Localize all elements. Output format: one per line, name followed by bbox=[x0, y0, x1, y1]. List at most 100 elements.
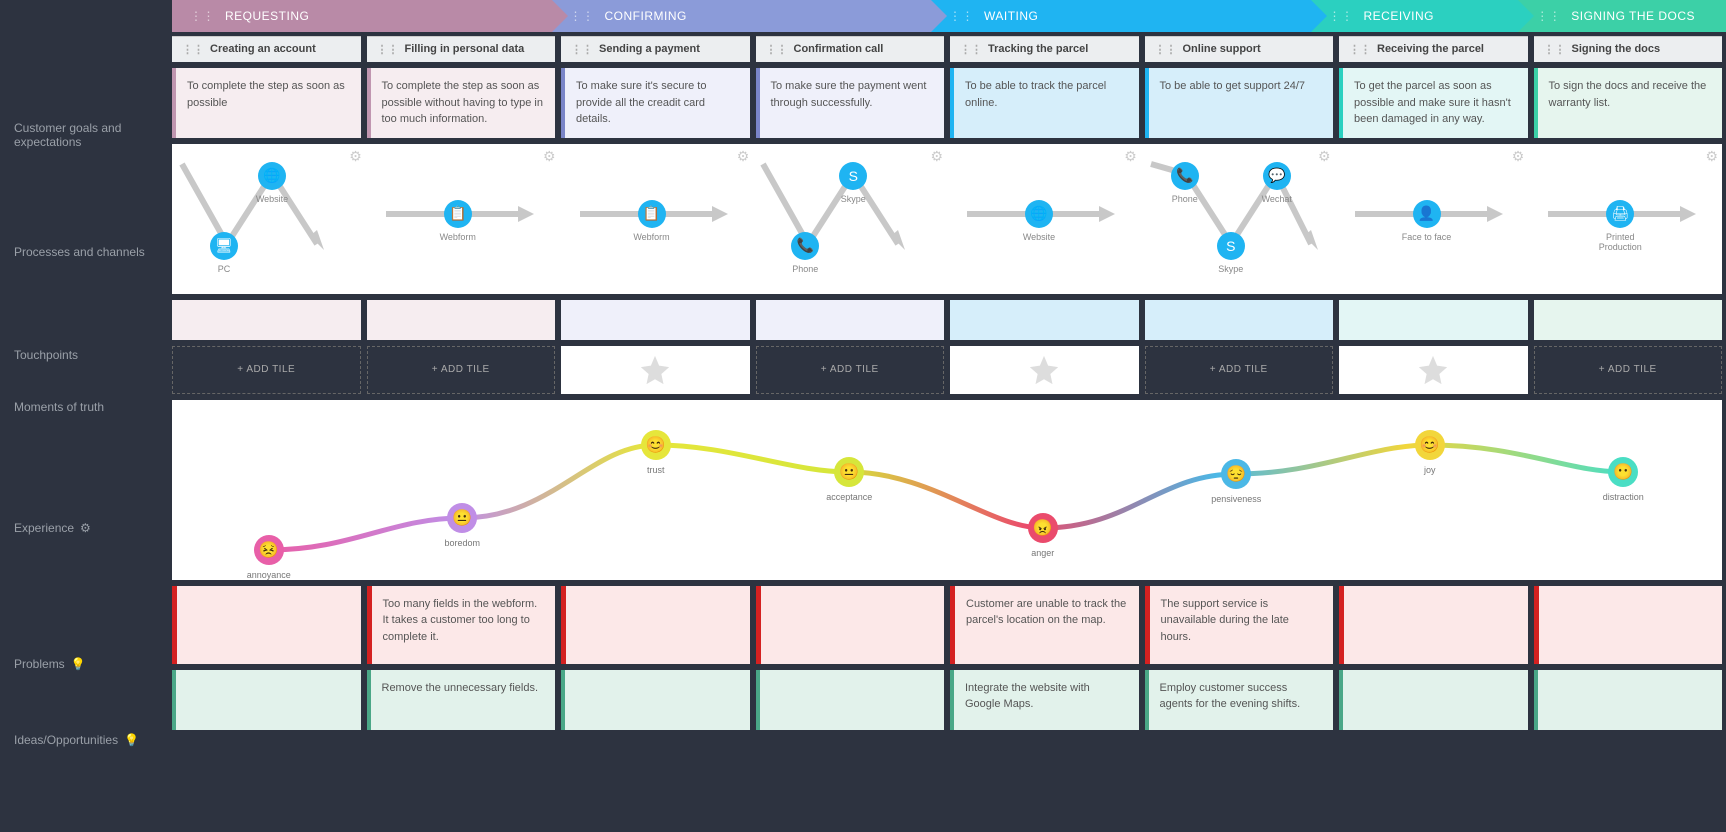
skype-icon[interactable]: S bbox=[1217, 232, 1245, 260]
gear-icon[interactable]: ⚙ bbox=[1124, 148, 1137, 165]
gear-icon[interactable]: ⚙ bbox=[80, 521, 91, 535]
emotion-node[interactable]: 😊 bbox=[1415, 430, 1445, 460]
idea-cell[interactable]: Integrate the website with Google Maps. bbox=[950, 670, 1139, 730]
problem-cell[interactable]: Too many fields in the webform. It takes… bbox=[367, 586, 556, 664]
goal-cell[interactable]: To be able to track the parcel online. bbox=[950, 68, 1139, 138]
gear-icon[interactable]: ⚙ bbox=[543, 148, 556, 165]
stage-header[interactable]: ⋮⋮Online support bbox=[1145, 36, 1334, 62]
print-icon[interactable]: 🖨 bbox=[1606, 200, 1634, 228]
emotion-node[interactable]: 😐 bbox=[834, 457, 864, 487]
touchpoint-cell[interactable] bbox=[756, 300, 945, 340]
person-icon[interactable]: 👤 bbox=[1413, 200, 1441, 228]
moment-star[interactable] bbox=[1339, 346, 1528, 394]
emotion-node[interactable]: 😣 bbox=[254, 535, 284, 565]
problem-cell[interactable] bbox=[756, 586, 945, 664]
gear-icon[interactable]: ⚙ bbox=[1512, 148, 1525, 165]
emotion-node[interactable]: 😶 bbox=[1608, 457, 1638, 487]
drag-icon[interactable]: ⋮⋮ bbox=[190, 9, 215, 23]
idea-cell[interactable]: Remove the unnecessary fields. bbox=[367, 670, 556, 730]
add-tile-button[interactable]: + ADD TILE bbox=[1145, 346, 1334, 394]
stage-header[interactable]: ⋮⋮Receiving the parcel bbox=[1339, 36, 1528, 62]
drag-icon[interactable]: ⋮⋮ bbox=[377, 43, 399, 56]
add-tile-button[interactable]: + ADD TILE bbox=[172, 346, 361, 394]
emotion-node[interactable]: 😊 bbox=[641, 430, 671, 460]
idea-cell[interactable] bbox=[1534, 670, 1723, 730]
gear-icon[interactable]: ⚙ bbox=[930, 148, 943, 165]
star-icon bbox=[1027, 353, 1061, 387]
goal-cell[interactable]: To sign the docs and receive the warrant… bbox=[1534, 68, 1723, 138]
stage-header[interactable]: ⋮⋮Sending a payment bbox=[561, 36, 750, 62]
problem-cell[interactable]: Customer are unable to track the parcel'… bbox=[950, 586, 1139, 664]
idea-cell[interactable] bbox=[172, 670, 361, 730]
drag-icon[interactable]: ⋮⋮ bbox=[571, 43, 593, 56]
goal-cell[interactable]: To make sure the payment went through su… bbox=[756, 68, 945, 138]
gear-icon[interactable]: ⚙ bbox=[737, 148, 750, 165]
idea-cell[interactable] bbox=[561, 670, 750, 730]
touchpoint-cell[interactable] bbox=[1339, 300, 1528, 340]
phase-requesting[interactable]: ⋮⋮REQUESTING bbox=[172, 0, 552, 32]
add-tile-button[interactable]: + ADD TILE bbox=[756, 346, 945, 394]
wechat-icon[interactable]: 💬 bbox=[1263, 162, 1291, 190]
form-icon[interactable]: 📋 bbox=[638, 200, 666, 228]
phase-waiting[interactable]: ⋮⋮WAITING bbox=[931, 0, 1311, 32]
globe-icon[interactable]: 🌐 bbox=[258, 162, 286, 190]
stage-header[interactable]: ⋮⋮Tracking the parcel bbox=[950, 36, 1139, 62]
goal-cell[interactable]: To complete the step as soon as possible… bbox=[367, 68, 556, 138]
drag-icon[interactable]: ⋮⋮ bbox=[1329, 9, 1354, 23]
drag-icon[interactable]: ⋮⋮ bbox=[1349, 43, 1371, 56]
stage-header[interactable]: ⋮⋮Signing the docs bbox=[1534, 36, 1723, 62]
skype-icon[interactable]: S bbox=[839, 162, 867, 190]
touchpoint-cell[interactable] bbox=[172, 300, 361, 340]
goal-cell[interactable]: To get the parcel as soon as possible an… bbox=[1339, 68, 1528, 138]
phase-signing[interactable]: ⋮⋮SIGNING THE DOCS bbox=[1518, 0, 1726, 32]
touchpoint-cell[interactable] bbox=[950, 300, 1139, 340]
form-icon[interactable]: 📋 bbox=[444, 200, 472, 228]
star-icon bbox=[1416, 353, 1450, 387]
phase-confirming[interactable]: ⋮⋮CONFIRMING bbox=[552, 0, 932, 32]
processes-row: ⚙ 🖥 PC 🌐 Website ⚙ 📋 Webform ⚙ 📋 Webform bbox=[172, 144, 1722, 294]
experience-chart[interactable]: 😣annoyance😐boredom😊trust😐acceptance😠ange… bbox=[172, 400, 1722, 580]
problem-cell[interactable] bbox=[1534, 586, 1723, 664]
gear-icon[interactable]: ⚙ bbox=[349, 148, 362, 165]
goal-cell[interactable]: To be able to get support 24/7 bbox=[1145, 68, 1334, 138]
touchpoint-cell[interactable] bbox=[1145, 300, 1334, 340]
idea-cell[interactable] bbox=[756, 670, 945, 730]
add-tile-button[interactable]: + ADD TILE bbox=[367, 346, 556, 394]
problem-cell[interactable]: The support service is unavailable durin… bbox=[1145, 586, 1334, 664]
emotion-node[interactable]: 😐 bbox=[447, 503, 477, 533]
row-label-problems: Problems 💡 bbox=[0, 621, 172, 707]
drag-icon[interactable]: ⋮⋮ bbox=[182, 43, 204, 56]
phase-receiving[interactable]: ⋮⋮RECEIVING bbox=[1311, 0, 1519, 32]
emotion-node[interactable]: 😔 bbox=[1221, 459, 1251, 489]
touchpoint-cell[interactable] bbox=[561, 300, 750, 340]
drag-icon[interactable]: ⋮⋮ bbox=[1536, 9, 1561, 23]
stage-header[interactable]: ⋮⋮Confirmation call bbox=[756, 36, 945, 62]
goal-cell[interactable]: To make sure it's secure to provide all … bbox=[561, 68, 750, 138]
drag-icon[interactable]: ⋮⋮ bbox=[960, 43, 982, 56]
globe-icon[interactable]: 🌐 bbox=[1025, 200, 1053, 228]
problem-cell[interactable] bbox=[1339, 586, 1528, 664]
pc-icon[interactable]: 🖥 bbox=[210, 232, 238, 260]
gear-icon[interactable]: ⚙ bbox=[1705, 148, 1718, 165]
touchpoint-cell[interactable] bbox=[1534, 300, 1723, 340]
drag-icon[interactable]: ⋮⋮ bbox=[949, 9, 974, 23]
drag-icon[interactable]: ⋮⋮ bbox=[1155, 43, 1177, 56]
phone-icon[interactable]: 📞 bbox=[791, 232, 819, 260]
phone-icon[interactable]: 📞 bbox=[1171, 162, 1199, 190]
moment-star[interactable] bbox=[561, 346, 750, 394]
drag-icon[interactable]: ⋮⋮ bbox=[570, 9, 595, 23]
gear-icon[interactable]: ⚙ bbox=[1318, 148, 1331, 165]
touchpoint-cell[interactable] bbox=[367, 300, 556, 340]
add-tile-button[interactable]: + ADD TILE bbox=[1534, 346, 1723, 394]
moment-star[interactable] bbox=[950, 346, 1139, 394]
drag-icon[interactable]: ⋮⋮ bbox=[766, 43, 788, 56]
problem-cell[interactable] bbox=[172, 586, 361, 664]
problem-cell[interactable] bbox=[561, 586, 750, 664]
idea-cell[interactable] bbox=[1339, 670, 1528, 730]
emotion-node[interactable]: 😠 bbox=[1028, 513, 1058, 543]
drag-icon[interactable]: ⋮⋮ bbox=[1544, 43, 1566, 56]
idea-cell[interactable]: Employ customer success agents for the e… bbox=[1145, 670, 1334, 730]
goal-cell[interactable]: To complete the step as soon as possible bbox=[172, 68, 361, 138]
stage-header[interactable]: ⋮⋮Filling in personal data bbox=[367, 36, 556, 62]
stage-header[interactable]: ⋮⋮Creating an account bbox=[172, 36, 361, 62]
